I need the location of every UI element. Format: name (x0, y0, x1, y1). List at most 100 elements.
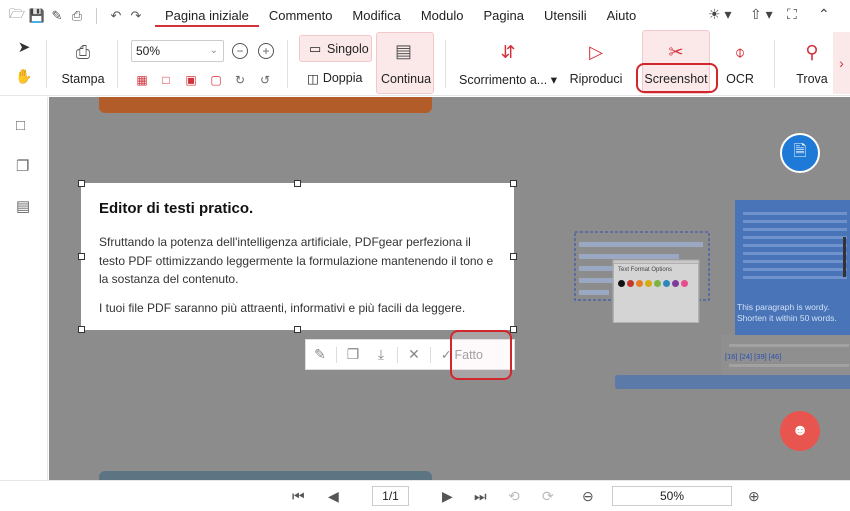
close-icon[interactable]: ✕ (400, 346, 428, 363)
zoom-status-value: 50% (659, 489, 685, 503)
selected-text-box[interactable]: Editor di testi pratico. Sfruttando la p… (81, 183, 514, 330)
menu-help[interactable]: Aiuto (597, 5, 647, 27)
copy-icon[interactable]: ❐ (339, 346, 367, 363)
zoom-value: 50% (136, 44, 161, 58)
hand-tool-icon[interactable]: ✋ (15, 68, 32, 84)
zoom-status-field[interactable]: 50% (612, 486, 732, 506)
last-page-icon[interactable]: ⏭ (474, 488, 487, 505)
divider (287, 40, 288, 88)
next-page-icon[interactable]: ▶ (442, 488, 453, 505)
menu-form[interactable]: Modulo (411, 5, 474, 27)
preview-panel-text: This paragraph is wordy. Shorten it with… (737, 302, 837, 323)
print-label: Stampa (61, 72, 105, 86)
feature-preview-illustration (574, 200, 850, 389)
resize-handle-s[interactable] (294, 326, 301, 333)
ocr-button[interactable]: ⌽ OCR (720, 38, 760, 87)
share-icon[interactable]: ⇧ ▾ (750, 6, 773, 23)
scroll-mode-label: Scorrimento a... ▾ (459, 73, 557, 87)
resize-handle-w[interactable] (78, 253, 85, 260)
rotate-right-icon[interactable]: ↻ (232, 72, 248, 88)
resize-handle-se[interactable] (510, 326, 517, 333)
rotate-left-icon[interactable]: ↺ (257, 72, 273, 88)
main-menu: Pagina iniziale Commento Modifica Modulo… (155, 5, 646, 27)
zoom-out-icon[interactable]: − (232, 43, 248, 59)
single-page-label: Singolo (327, 42, 369, 56)
save-icon[interactable]: 💾 (28, 7, 46, 25)
page-number-input[interactable]: 1/1 (372, 486, 409, 506)
status-bar: ⏮ ◀ 1/1 ▶ ⏭ ⟲ ⟳ ⊖ 50% ⊕ (0, 480, 850, 511)
continuous-label: Continua (381, 72, 432, 86)
first-page-icon[interactable]: ⏮ (292, 488, 305, 505)
divider (96, 8, 97, 24)
menu-home[interactable]: Pagina iniziale (155, 5, 259, 27)
divider (445, 40, 446, 88)
print-icon[interactable]: ⎙ (68, 7, 86, 25)
download-icon[interactable]: ⤓ (367, 346, 395, 363)
zoom-select[interactable]: 50% ⌄ (131, 40, 224, 62)
double-page-button[interactable]: ◫ Doppia (307, 71, 362, 86)
zoom-out-icon[interactable]: ⊖ (582, 488, 594, 505)
preview-format-popup: Text Format Options (613, 263, 699, 323)
open-folder-icon[interactable]: 🗁 (8, 6, 26, 25)
menu-edit[interactable]: Modifica (342, 5, 410, 27)
undo-icon[interactable]: ↶ (107, 7, 125, 25)
ribbon-toolbar: ➤ ✋ ⎙ Stampa 50% ⌄ − + ▦ □ ▣ ▢ ↻ ↺ ▭ Sin… (0, 30, 850, 96)
printer-icon: ⎙ (75, 41, 91, 62)
scroll-mode-button[interactable]: ⇵ Scorrimento a... ▾ (458, 38, 558, 88)
actual-size-icon[interactable]: ▦ (134, 72, 150, 88)
scissors-icon: ✂ (668, 41, 684, 62)
textbox-paragraph-1: Sfruttando la potenza dell'intelligenza … (99, 235, 494, 286)
play-label: Riproduci (569, 72, 623, 86)
color-swatches (614, 280, 698, 287)
ai-assistant-button[interactable]: ☻ (780, 411, 820, 451)
zoom-in-icon[interactable]: + (258, 43, 274, 59)
quick-access-toolbar: 🗁 💾 ✎ ⎙ ↶ ↷ (0, 6, 145, 25)
previous-page-icon[interactable]: ◀ (328, 488, 339, 505)
redo-icon[interactable]: ↷ (127, 7, 145, 25)
fit-page-icon[interactable]: □ (158, 72, 174, 88)
ribbon-scroll-right-icon[interactable]: › (833, 32, 850, 94)
resize-handle-ne[interactable] (510, 180, 517, 187)
rotate-page-right-icon[interactable]: ⟳ (542, 488, 554, 505)
continuous-scroll-icon: ▤ (395, 41, 413, 61)
thumbnails-icon[interactable]: ❐ (16, 157, 29, 175)
double-page-icon: ◫ (307, 72, 319, 86)
comments-icon[interactable]: ▤ (16, 197, 30, 215)
edit-pencil-icon[interactable]: ✎ (306, 346, 334, 363)
divider (117, 40, 118, 88)
select-cursor-icon[interactable]: ➤ (16, 39, 32, 56)
collapse-ribbon-icon[interactable]: ⌃ (818, 6, 830, 23)
play-button[interactable]: ▷ Riproduci (567, 38, 625, 87)
fullscreen-icon[interactable]: ⛶ (787, 6, 797, 23)
save-as-icon[interactable]: ✎ (48, 7, 66, 25)
fit-width-icon[interactable]: ▣ (183, 72, 199, 88)
find-button[interactable]: ⚲ Trova (790, 38, 834, 87)
divider (336, 346, 337, 363)
textbox-title: Editor di testi pratico. (99, 200, 254, 217)
rotate-page-left-icon[interactable]: ⟲ (508, 488, 520, 505)
pdf-to-word-button[interactable]: 🗎 (780, 133, 820, 173)
single-page-button[interactable]: ▭ Singolo (299, 35, 372, 62)
preview-refs: [16] [24] [39] [46] (725, 352, 782, 361)
double-page-label: Doppia (322, 71, 363, 85)
left-sidebar: □ ❐ ▤ ⌄ (0, 97, 48, 511)
theme-icon[interactable]: ☀ ▾ (708, 6, 731, 23)
resize-handle-nw[interactable] (78, 180, 85, 187)
resize-handle-e[interactable] (510, 253, 517, 260)
divider (430, 346, 431, 363)
zoom-in-icon[interactable]: ⊕ (748, 488, 760, 505)
print-button[interactable]: ⎙ Stampa (60, 38, 106, 87)
menu-comment[interactable]: Commento (259, 5, 343, 27)
bookmark-icon[interactable]: □ (16, 117, 25, 134)
fit-visible-icon[interactable]: ▢ (208, 72, 224, 88)
popup-title: Text Format Options (618, 267, 673, 273)
menu-page[interactable]: Pagina (473, 5, 533, 27)
menu-tools[interactable]: Utensili (534, 5, 597, 27)
resize-handle-sw[interactable] (78, 326, 85, 333)
continuous-button[interactable]: ▤ Continua (376, 32, 434, 94)
resize-handle-n[interactable] (294, 180, 301, 187)
screenshot-highlight (636, 63, 718, 93)
search-icon: ⚲ (805, 41, 819, 62)
ocr-icon: ⌽ (734, 41, 746, 62)
ocr-label: OCR (726, 72, 754, 86)
